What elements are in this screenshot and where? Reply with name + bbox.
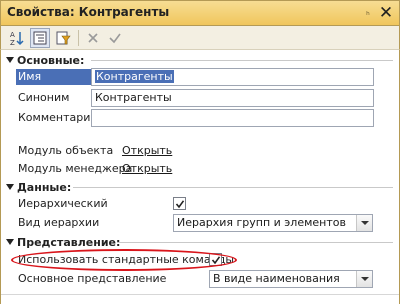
sort-alphabetical-icon: A Z: [10, 31, 24, 46]
filter-icon: [56, 31, 71, 45]
close-icon[interactable]: ✕: [377, 3, 395, 23]
section-rule: [73, 187, 393, 188]
comment-field[interactable]: [91, 109, 374, 127]
hierarchical-checkbox[interactable]: [173, 197, 186, 210]
manager-module-label: Модуль менеджера: [18, 162, 133, 175]
synonym-label: Синоним: [18, 91, 70, 104]
main-presentation-select[interactable]: В виде наименования: [209, 270, 373, 288]
section-rule: [91, 60, 393, 61]
hierarchy-type-value: Иерархия групп и элементов: [177, 216, 346, 229]
section-presentation[interactable]: Представление:: [6, 235, 120, 249]
hierarchy-type-label: Вид иерархии: [18, 216, 100, 229]
section-data[interactable]: Данные:: [6, 180, 71, 194]
checkmark-icon: [175, 199, 184, 208]
toolbar-separator: [78, 30, 79, 46]
object-module-label: Модуль объекта: [18, 144, 114, 157]
categorized-view-icon: [33, 31, 47, 45]
hierarchy-type-select[interactable]: Иерархия групп и элементов: [173, 214, 373, 232]
hierarchical-label: Иерархический: [18, 197, 108, 210]
pin-icon[interactable]: ₕ: [361, 6, 375, 20]
svg-text:A: A: [10, 31, 15, 39]
dropdown-arrow-icon[interactable]: [356, 271, 372, 287]
section-basic-title: Основные:: [17, 53, 85, 67]
object-module-open-link[interactable]: Открыть: [122, 143, 172, 159]
name-field-value: Контрагенты: [95, 70, 174, 83]
bottom-divider: [1, 294, 399, 295]
section-basic[interactable]: Основные:: [6, 53, 84, 67]
categorized-view-button[interactable]: [30, 28, 50, 48]
filter-button[interactable]: [53, 28, 73, 48]
comment-label: Комментарий: [18, 111, 98, 124]
window-titlebar: Свойства: Контрагенты ₕ ✕: [0, 0, 400, 26]
name-label: Имя: [16, 69, 91, 85]
section-presentation-title: Представление:: [17, 235, 121, 249]
main-presentation-label: Основное представление: [18, 272, 167, 285]
collapse-triangle-icon: [6, 239, 14, 245]
name-field[interactable]: Контрагенты: [91, 68, 374, 86]
apply-button[interactable]: [105, 28, 125, 48]
synonym-field[interactable]: Контрагенты: [91, 89, 374, 107]
properties-panel: Основные: Имя Контрагенты Синоним Контра…: [0, 50, 400, 304]
cancel-icon: [88, 33, 98, 43]
collapse-triangle-icon: [6, 184, 14, 190]
manager-module-open-link[interactable]: Открыть: [122, 161, 172, 177]
section-data-title: Данные:: [17, 180, 72, 194]
apply-checkmark-icon: [109, 33, 121, 44]
section-rule: [117, 242, 393, 243]
svg-text:Z: Z: [10, 39, 15, 46]
cancel-button[interactable]: [83, 28, 103, 48]
dropdown-arrow-icon[interactable]: [356, 215, 372, 231]
annotation-highlight-ellipse: [11, 249, 237, 271]
collapse-triangle-icon: [6, 57, 14, 63]
main-presentation-value: В виде наименования: [213, 272, 340, 285]
toolbar: A Z: [0, 26, 400, 50]
sort-alphabetical-button[interactable]: A Z: [7, 28, 27, 48]
window-title: Свойства: Контрагенты: [7, 5, 170, 19]
